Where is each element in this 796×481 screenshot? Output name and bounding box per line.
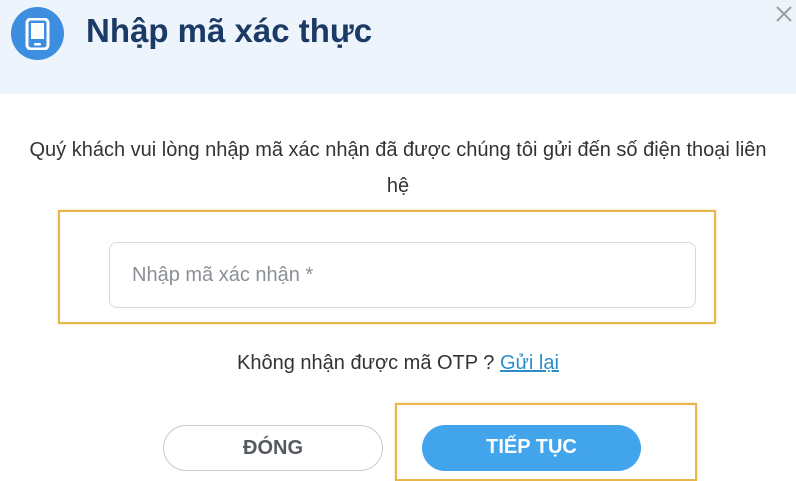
otp-input[interactable] [109, 242, 696, 308]
phone-icon [11, 7, 64, 60]
instruction-message: Quý khách vui lòng nhập mã xác nhận đã đ… [29, 139, 767, 197]
close-icon[interactable] [772, 2, 796, 26]
continue-button[interactable]: TIẾP TỤC [422, 425, 641, 471]
otp-dialog: Nhập mã xác thực Quý khách vui lòng nhập… [0, 0, 796, 481]
resend-text: Không nhận được mã OTP ? [237, 352, 500, 374]
resend-link[interactable]: Gửi lại [500, 352, 559, 374]
close-button[interactable]: ĐÓNG [163, 425, 383, 471]
dialog-title: Nhập mã xác thực [86, 12, 373, 49]
resend-row: Không nhận được mã OTP ? Gửi lại [0, 352, 796, 375]
dialog-header: Nhập mã xác thực [0, 0, 796, 94]
